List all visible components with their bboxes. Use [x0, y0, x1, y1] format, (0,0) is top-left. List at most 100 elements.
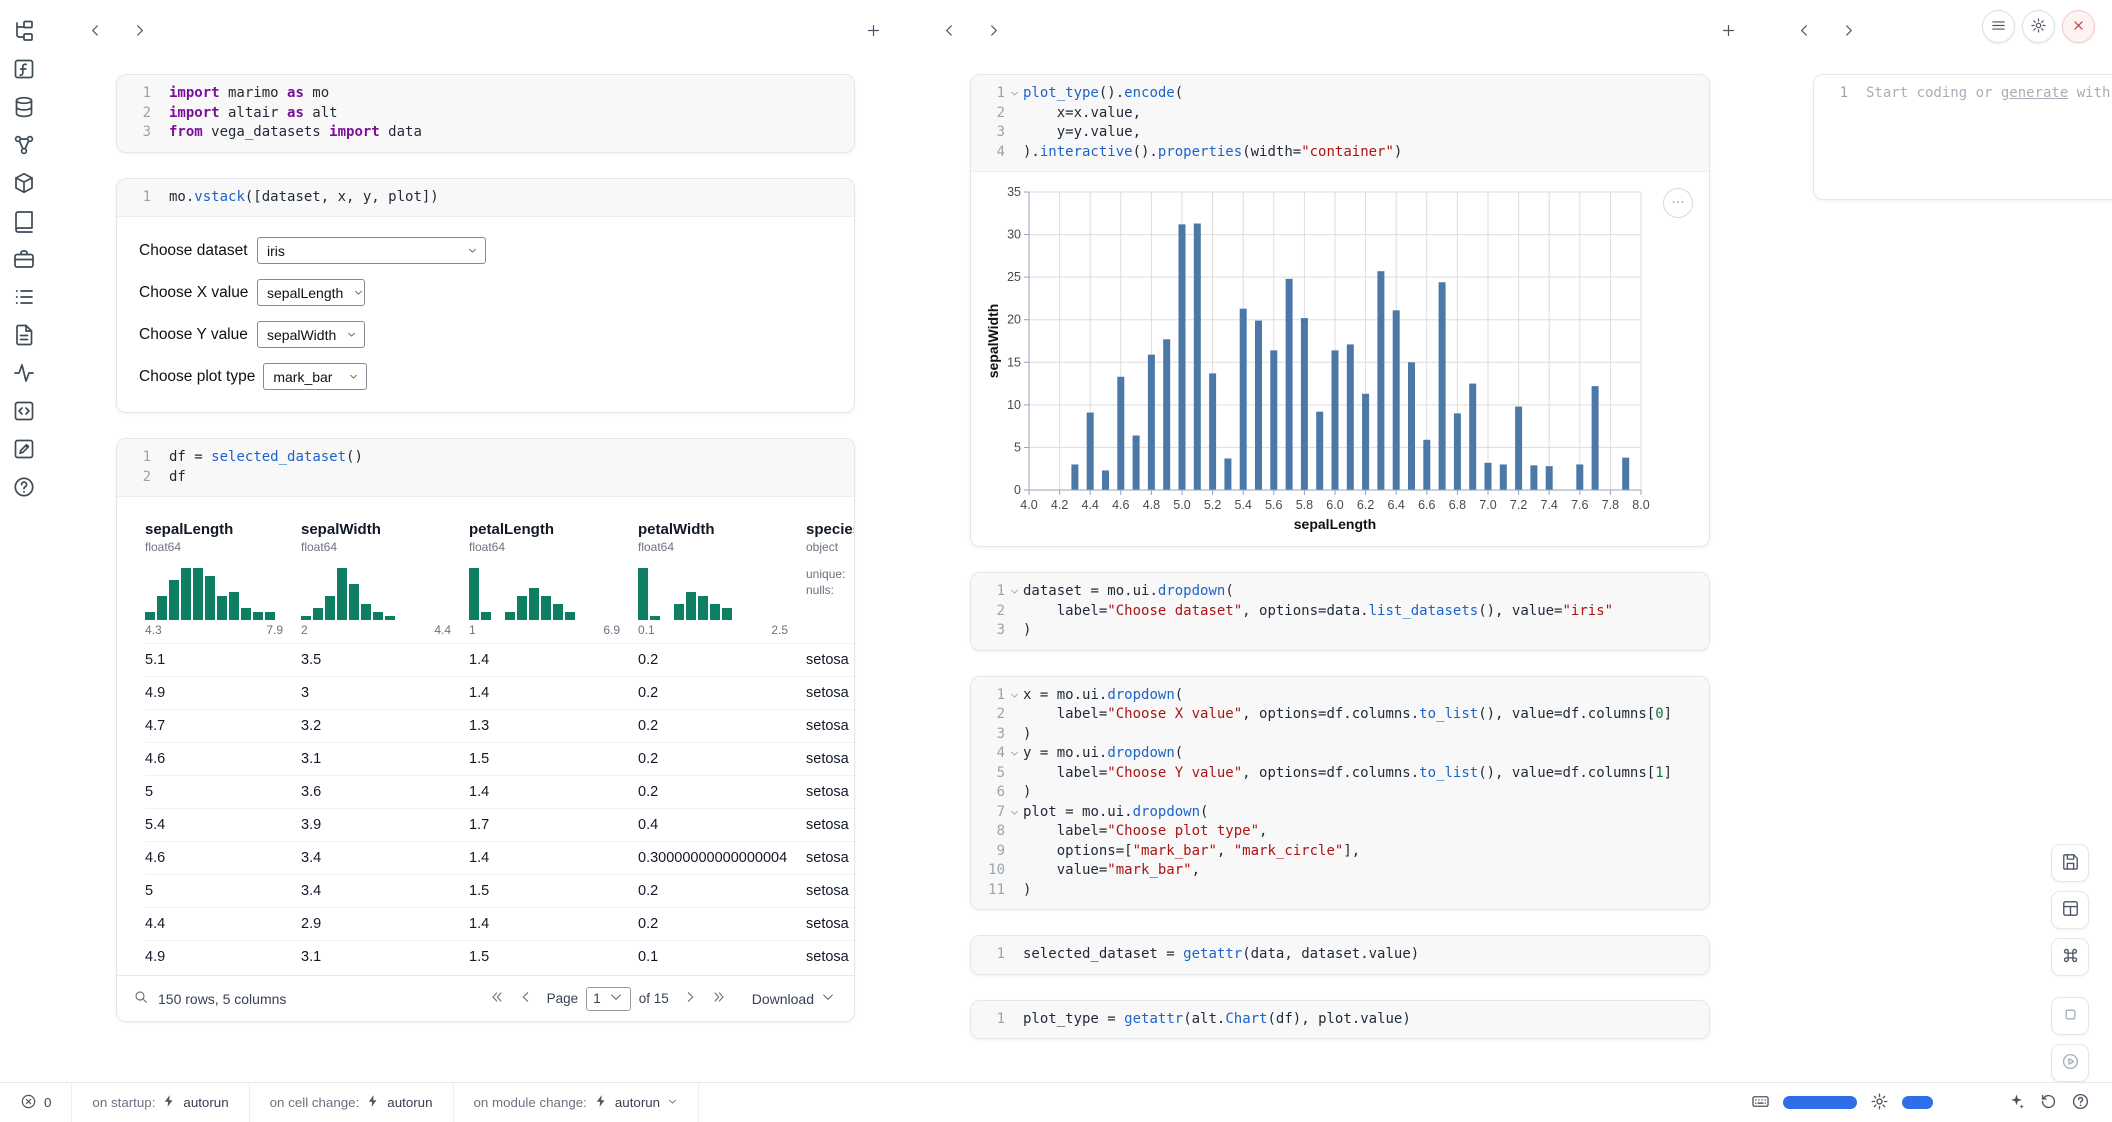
- cell-selected-dataset: 1selected_dataset = getattr(data, datase…: [970, 935, 1710, 975]
- add-cell-button[interactable]: [1715, 19, 1741, 45]
- sidebar-tracing-button[interactable]: [9, 360, 39, 388]
- choose-dataset-select[interactable]: iris: [257, 237, 486, 264]
- settings-button[interactable]: [2022, 10, 2055, 43]
- table-column-header[interactable]: petalLengthfloat6416.9: [469, 521, 638, 643]
- column-scroll-right-button[interactable]: [980, 19, 1006, 45]
- on-startup-setting[interactable]: on startup: autorun: [72, 1083, 249, 1122]
- column-scroll-left-button[interactable]: [82, 19, 108, 45]
- table-cell: 1.5: [469, 949, 638, 965]
- table-row: 4.73.21.30.2setosa: [145, 709, 854, 742]
- run-button[interactable]: [2051, 1044, 2089, 1082]
- table-cell: 3.1: [301, 751, 469, 767]
- runtime-config-button[interactable]: [1870, 1092, 1889, 1114]
- sidebar-file-tree-button[interactable]: [9, 18, 39, 46]
- sidebar-variables-button[interactable]: [9, 56, 39, 84]
- line-number: 9: [979, 842, 1005, 862]
- layout-button[interactable]: [2051, 891, 2089, 929]
- column-1-header: [70, 14, 900, 50]
- choose-plot-type-select[interactable]: mark_bar: [263, 363, 367, 390]
- chevron-left-icon: [87, 22, 104, 42]
- table-row: 4.63.41.40.30000000000000004setosa: [145, 841, 854, 874]
- sidebar-help-button[interactable]: [9, 474, 39, 502]
- column-scroll-left-button[interactable]: [1791, 19, 1817, 45]
- code-editor[interactable]: 1plot_type = getattr(alt.Chart(df), plot…: [971, 1001, 1709, 1039]
- save-button[interactable]: [2051, 844, 2089, 882]
- stop-button[interactable]: [2051, 997, 2089, 1035]
- table-cell: 3.1: [301, 949, 469, 965]
- sidebar-documentation-button[interactable]: [9, 208, 39, 236]
- table-search-button[interactable]: [133, 989, 149, 1008]
- first-page-button[interactable]: [484, 986, 510, 1012]
- page-number-select[interactable]: 1: [586, 987, 631, 1011]
- svg-text:5.4: 5.4: [1235, 498, 1252, 512]
- code-editor[interactable]: 1import marimo as mo2import altair as al…: [117, 75, 854, 152]
- fold-arrow-icon[interactable]: [1005, 582, 1023, 597]
- sidebar-database-button[interactable]: [9, 94, 39, 122]
- menu-icon: [1990, 17, 2007, 37]
- code-editor[interactable]: 1plot_type().encode(2 x=x.value,3 y=y.va…: [971, 75, 1709, 171]
- keyboard-shortcuts-button[interactable]: [1751, 1092, 1770, 1114]
- sidebar-outline-button[interactable]: [9, 284, 39, 312]
- error-counter[interactable]: 0: [0, 1083, 72, 1122]
- line-number: 4: [979, 143, 1005, 163]
- code-editor[interactable]: 1mo.vstack([dataset, x, y, plot]): [117, 179, 854, 217]
- cell-xy-plot-dropdowns: 1x = mo.ui.dropdown(2 label="Choose X va…: [970, 676, 1710, 911]
- command-button[interactable]: [2051, 938, 2089, 976]
- chevron-down-icon: [346, 327, 357, 343]
- help-icon: [12, 475, 36, 502]
- code-editor[interactable]: 1dataset = mo.ui.dropdown(2 label="Choos…: [971, 573, 1709, 650]
- choose-x-value-select[interactable]: sepalLength: [257, 279, 365, 306]
- svg-text:4.0: 4.0: [1020, 498, 1037, 512]
- generate-with-ai-link[interactable]: generate: [2001, 85, 2068, 101]
- table-column-header[interactable]: sepalLengthfloat644.37.9: [145, 521, 301, 643]
- status-bar: 0 on startup: autorun on cell change: au…: [0, 1082, 2112, 1122]
- sidebar-snippets-button[interactable]: [9, 398, 39, 426]
- table-column-header[interactable]: petalWidthfloat640.12.5: [638, 521, 806, 643]
- sidebar-toolbox-button[interactable]: [9, 246, 39, 274]
- column-scroll-left-button[interactable]: [936, 19, 962, 45]
- restore-backup-button[interactable]: [2039, 1092, 2058, 1114]
- fold-arrow-icon[interactable]: [1005, 744, 1023, 759]
- last-page-button[interactable]: [706, 986, 732, 1012]
- svg-text:7.2: 7.2: [1510, 498, 1527, 512]
- help-button[interactable]: [2071, 1092, 2090, 1114]
- sidebar-dependencies-button[interactable]: [9, 132, 39, 160]
- fold-arrow-icon[interactable]: [1005, 686, 1023, 701]
- fold-arrow-icon[interactable]: [1005, 803, 1023, 818]
- fold-arrow-icon[interactable]: [1005, 84, 1023, 99]
- code-editor[interactable]: 1selected_dataset = getattr(data, datase…: [971, 936, 1709, 974]
- bar-chart[interactable]: 4.04.24.44.64.85.05.25.45.65.86.06.26.46…: [985, 184, 1697, 540]
- table-cell: 3.6: [301, 784, 469, 800]
- sidebar-scratchpad-button[interactable]: [9, 436, 39, 464]
- close-button[interactable]: [2062, 10, 2095, 43]
- table-column-header[interactable]: speciesobjectunique:nulls:: [806, 521, 854, 643]
- ai-assistant-button[interactable]: [2007, 1092, 2026, 1114]
- line-number: 6: [979, 783, 1005, 803]
- column-scroll-right-button[interactable]: [1835, 19, 1861, 45]
- download-button[interactable]: Download: [752, 989, 836, 1008]
- chart-actions-button[interactable]: [1663, 188, 1693, 218]
- next-page-button[interactable]: [677, 986, 703, 1012]
- table-cell: 5.1: [145, 652, 301, 668]
- table-cell: 0.2: [638, 751, 806, 767]
- sidebar-logs-button[interactable]: [9, 322, 39, 350]
- add-cell-button[interactable]: [860, 19, 886, 45]
- packages-icon: [12, 171, 36, 198]
- prev-page-button[interactable]: [513, 986, 539, 1012]
- menu-button[interactable]: [1982, 10, 2015, 43]
- table-column-header[interactable]: sepalWidthfloat6424.4: [301, 521, 469, 643]
- file-tree-icon: [12, 19, 36, 46]
- sidebar-packages-button[interactable]: [9, 170, 39, 198]
- svg-text:5.0: 5.0: [1173, 498, 1190, 512]
- table-cell: 0.30000000000000004: [638, 850, 806, 866]
- chevron-down-icon: [667, 1095, 678, 1110]
- line-number: 3: [979, 123, 1005, 143]
- code-editor[interactable]: 1x = mo.ui.dropdown(2 label="Choose X va…: [971, 677, 1709, 910]
- new-cell-editor[interactable]: 1 Start coding or generate with AI: [1813, 74, 2112, 200]
- svg-text:20: 20: [1007, 313, 1021, 327]
- choose-y-value-select[interactable]: sepalWidth: [257, 321, 365, 348]
- on-module-change-setting[interactable]: on module change: autorun: [454, 1083, 700, 1122]
- on-cell-change-setting[interactable]: on cell change: autorun: [250, 1083, 454, 1122]
- column-scroll-right-button[interactable]: [126, 19, 152, 45]
- code-editor[interactable]: 1df = selected_dataset()2df: [117, 439, 854, 496]
